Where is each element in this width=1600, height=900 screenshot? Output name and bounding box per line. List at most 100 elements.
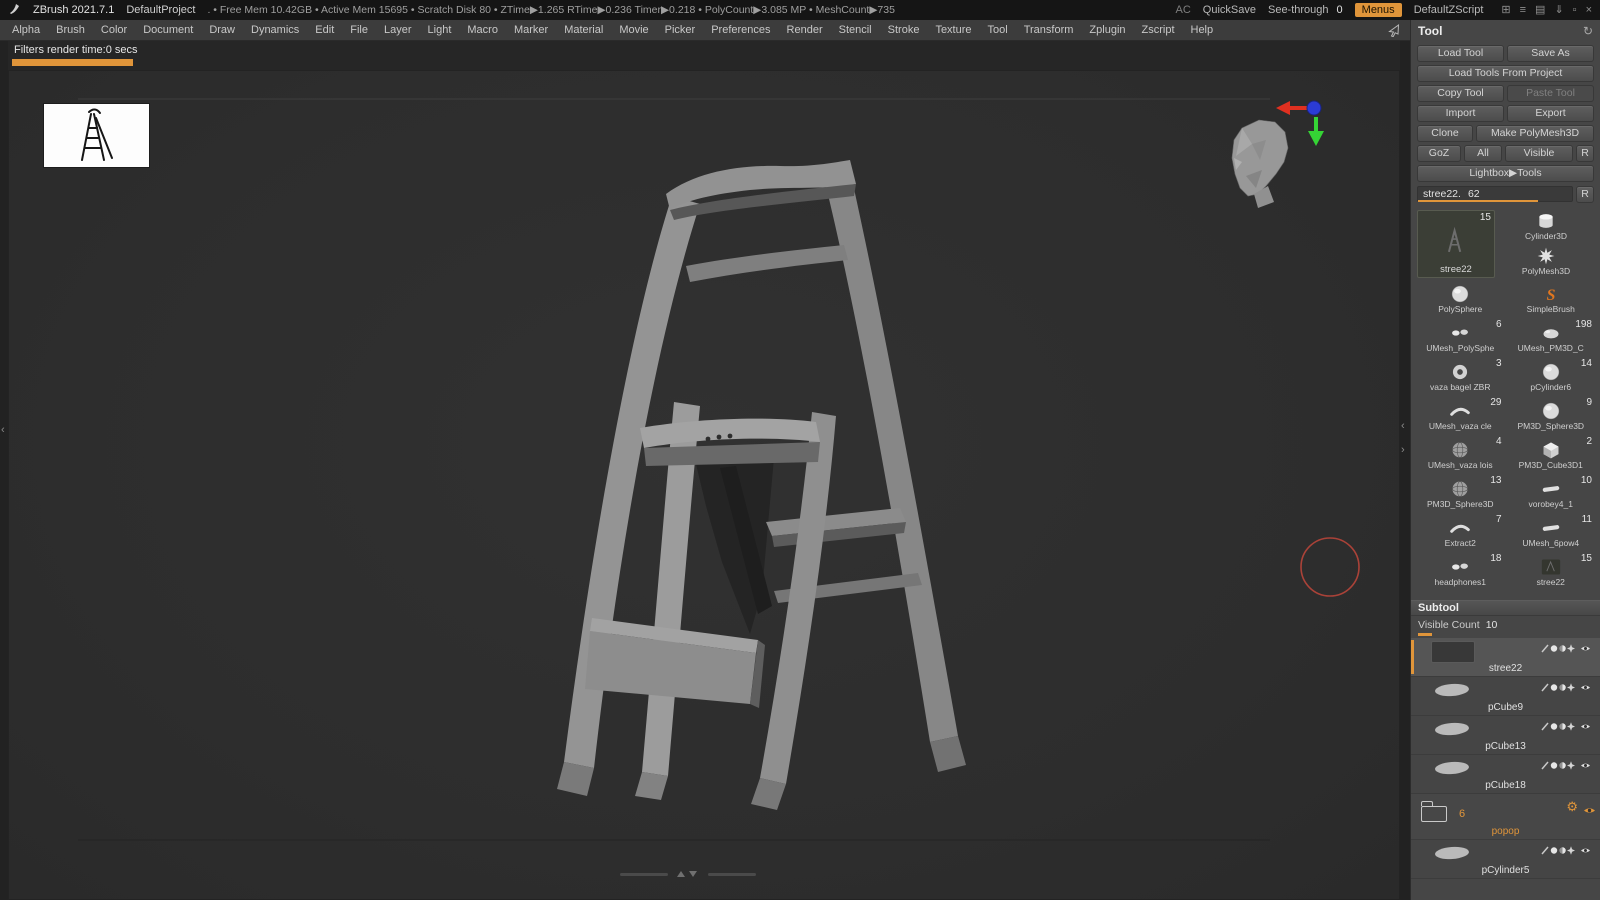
subtool-pCube9[interactable]: pCube9 — [1411, 677, 1600, 716]
load-tool-button[interactable]: Load Tool — [1417, 45, 1504, 62]
subtool-popop[interactable]: 6 ⚙ popop — [1411, 794, 1600, 840]
make-polymesh3d-button[interactable]: Make PolyMesh3D — [1476, 125, 1594, 142]
menu-file[interactable]: File — [342, 20, 376, 41]
import-button[interactable]: Import — [1417, 105, 1504, 122]
tool-thumb-PolyMesh3D[interactable]: PolyMesh3D — [1498, 245, 1594, 278]
quicksave-button[interactable]: QuickSave — [1203, 4, 1256, 16]
see-through-value: 0 — [1336, 4, 1343, 16]
svg-text:S: S — [1546, 287, 1555, 304]
minimize-icon[interactable]: ▫ — [1573, 0, 1577, 20]
menu-transform[interactable]: Transform — [1016, 20, 1082, 41]
menus-button[interactable]: Menus — [1354, 3, 1402, 17]
active-tool-slider[interactable]: stree22. 62 — [1417, 186, 1573, 202]
collapse-right-top-icon[interactable]: ‹ — [1401, 421, 1405, 432]
tool-thumb-PM3D_Cube3D1[interactable]: 2 PM3D_Cube3D1 — [1508, 436, 1595, 474]
bars-icon[interactable]: ≡ — [1520, 0, 1526, 20]
pointer-icon[interactable] — [1388, 23, 1400, 37]
download-icon[interactable]: ⇓ — [1554, 0, 1563, 20]
copy-tool-button[interactable]: Copy Tool — [1417, 85, 1504, 102]
tool-thumb-UMesh_6pow4[interactable]: 11 UMesh_6pow4 — [1508, 514, 1595, 552]
goz-visible-button[interactable]: Visible — [1505, 145, 1573, 162]
tool-thumb-pCylinder6[interactable]: 14 pCylinder6 — [1508, 358, 1595, 396]
goz-all-button[interactable]: All — [1464, 145, 1502, 162]
tool-thumb-SimpleBrush[interactable]: S SimpleBrush — [1508, 281, 1595, 318]
tool-thumb-vaza bagel ZBR[interactable]: 3 vaza bagel ZBR — [1417, 358, 1504, 396]
subtool-pCube18[interactable]: pCube18 — [1411, 755, 1600, 794]
subtool-pCube13[interactable]: pCube13 — [1411, 716, 1600, 755]
menu-texture[interactable]: Texture — [927, 20, 979, 41]
menu-help[interactable]: Help — [1183, 20, 1222, 41]
menu-material[interactable]: Material — [556, 20, 611, 41]
menu-edit[interactable]: Edit — [307, 20, 342, 41]
arc-icon — [1417, 517, 1504, 538]
visible-count[interactable]: Visible Count 10 — [1417, 616, 1594, 631]
tool-thumb-Cylinder3D[interactable]: Cylinder3D — [1498, 210, 1594, 243]
subtool-row-icons[interactable] — [1540, 843, 1596, 861]
subtool-pCylinder5[interactable]: pCylinder5 — [1411, 840, 1600, 879]
menu-dynamics[interactable]: Dynamics — [243, 20, 307, 41]
menu-movie[interactable]: Movie — [611, 20, 656, 41]
menu-preferences[interactable]: Preferences — [703, 20, 778, 41]
collapse-right-bottom-icon[interactable]: › — [1401, 445, 1405, 456]
menu-stencil[interactable]: Stencil — [831, 20, 880, 41]
grid-icon[interactable]: ▤ — [1535, 0, 1545, 20]
ac-button[interactable]: AC — [1176, 4, 1191, 16]
load-tools-from-project-button[interactable]: Load Tools From Project — [1417, 65, 1594, 82]
eye-icon[interactable] — [1583, 802, 1596, 820]
right-tray-divider[interactable]: ‹ › — [1400, 41, 1410, 900]
export-button[interactable]: Export — [1507, 105, 1594, 122]
menu-draw[interactable]: Draw — [201, 20, 243, 41]
tool-thumb-UMesh_vaza cle[interactable]: 29 UMesh_vaza cle — [1417, 397, 1504, 435]
menu-marker[interactable]: Marker — [506, 20, 556, 41]
clone-button[interactable]: Clone — [1417, 125, 1473, 142]
subtool-row-icons[interactable] — [1540, 719, 1596, 737]
tool-thumb-PolySphere[interactable]: PolySphere — [1417, 281, 1504, 318]
subtool-row-icons[interactable] — [1540, 680, 1596, 698]
tool-thumb-headphones1[interactable]: 18 headphones1 — [1417, 553, 1504, 591]
menu-zscript[interactable]: Zscript — [1134, 20, 1183, 41]
gear-icon[interactable]: ⚙ — [1566, 800, 1578, 813]
menu-zplugin[interactable]: Zplugin — [1081, 20, 1133, 41]
tool-thumb-UMesh_PolySphe[interactable]: 6 UMesh_PolySphe — [1417, 319, 1504, 357]
transport-icon[interactable]: ⊞ — [1501, 0, 1510, 20]
collapse-left-icon[interactable]: ‹ — [1, 425, 5, 436]
menu-color[interactable]: Color — [93, 20, 135, 41]
subtool-section-title[interactable]: Subtool — [1411, 600, 1600, 616]
menu-picker[interactable]: Picker — [657, 20, 704, 41]
subtool-name: pCylinder5 — [1481, 865, 1530, 876]
close-icon[interactable]: × — [1586, 0, 1592, 20]
tool-thumb-Extract2[interactable]: 7 Extract2 — [1417, 514, 1504, 552]
left-tray-divider[interactable]: ‹ — [0, 41, 8, 900]
ladder-reference-thumbnail[interactable] — [44, 104, 149, 167]
tool-thumb-selected[interactable]: 15 stree22 — [1417, 210, 1495, 278]
tool-thumb-vorobey4_1[interactable]: 10 vorobey4_1 — [1508, 475, 1595, 513]
document-canvas[interactable] — [8, 70, 1400, 900]
menu-macro[interactable]: Macro — [459, 20, 506, 41]
menu-stroke[interactable]: Stroke — [880, 20, 928, 41]
zscript-button[interactable]: DefaultZScript — [1414, 4, 1484, 16]
refresh-icon[interactable]: ↻ — [1583, 24, 1593, 38]
menu-light[interactable]: Light — [420, 20, 460, 41]
tool-thumb-UMesh_vaza lois[interactable]: 4 UMesh_vaza lois — [1417, 436, 1504, 474]
subtool-row-icons[interactable] — [1540, 641, 1596, 659]
subtool-row-icons[interactable] — [1540, 758, 1596, 776]
tool-thumb-PM3D_Sphere3D[interactable]: 9 PM3D_Sphere3D — [1508, 397, 1595, 435]
tool-thumb-stree22[interactable]: 15 stree22 — [1508, 553, 1595, 591]
see-through-control[interactable]: See-through 0 — [1268, 4, 1343, 16]
tool-r-button[interactable]: R — [1576, 186, 1594, 203]
save-as-button[interactable]: Save As — [1507, 45, 1594, 62]
app-version: ZBrush 2021.7.1 — [33, 4, 115, 16]
lightbox-tools-button[interactable]: Lightbox▶Tools — [1417, 165, 1594, 182]
menu-tool[interactable]: Tool — [980, 20, 1016, 41]
menu-alpha[interactable]: Alpha — [4, 20, 48, 41]
subtool-stree22[interactable]: stree22 — [1411, 638, 1600, 677]
menu-brush[interactable]: Brush — [48, 20, 93, 41]
menu-layer[interactable]: Layer — [376, 20, 420, 41]
tool-thumb-UMesh_PM3D_C[interactable]: 198 UMesh_PM3D_C — [1508, 319, 1595, 357]
goz-r-button[interactable]: R — [1576, 145, 1594, 162]
tool-thumb-PM3D_Sphere3D[interactable]: 13 PM3D_Sphere3D — [1417, 475, 1504, 513]
menu-document[interactable]: Document — [135, 20, 201, 41]
menu-render[interactable]: Render — [779, 20, 831, 41]
goz-button[interactable]: GoZ — [1417, 145, 1461, 162]
tool-thumb-label: UMesh_PolySphe — [1426, 343, 1495, 353]
